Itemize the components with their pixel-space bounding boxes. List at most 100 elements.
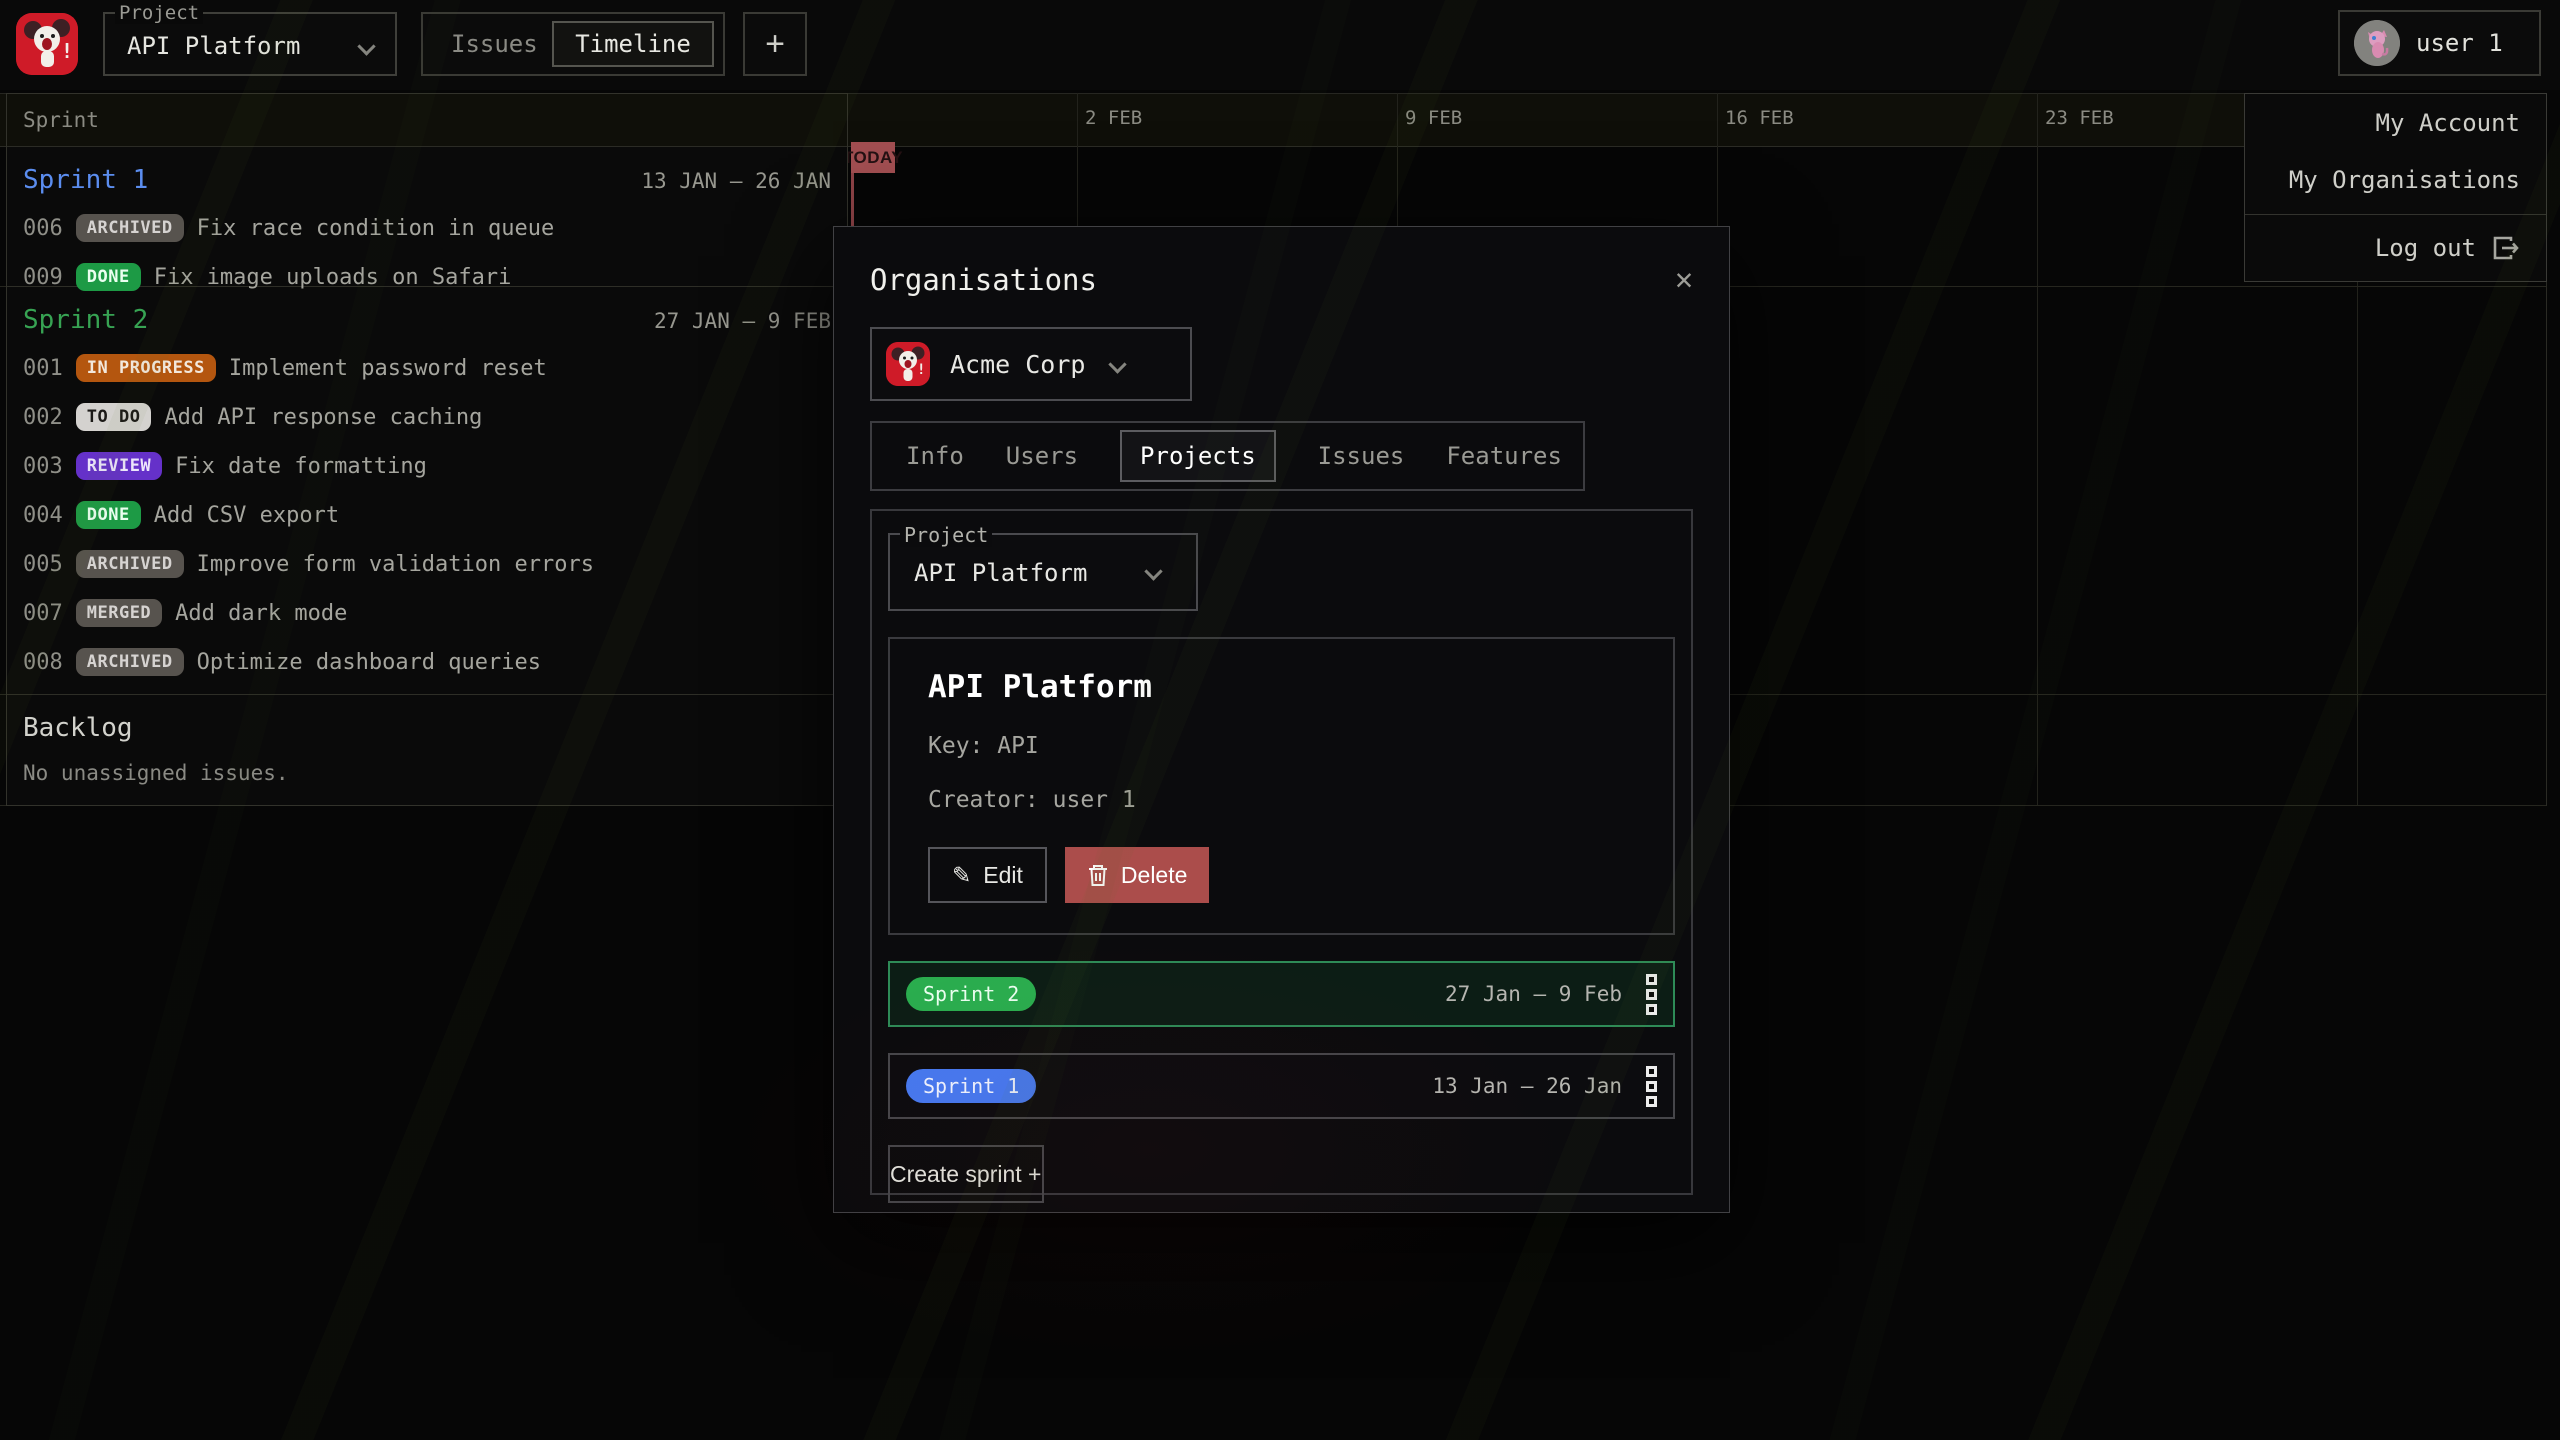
issue-title: Fix image uploads on Safari	[154, 265, 512, 290]
menu-item-my-organisations[interactable]: My Organisations	[2245, 151, 2546, 208]
user-menu-button[interactable]: user 1	[2338, 10, 2541, 76]
modal-tab-bar: Info Users Projects Issues Features	[870, 421, 1585, 491]
organisation-name: Acme Corp	[950, 350, 1085, 379]
backlog-empty-text: No unassigned issues.	[23, 761, 831, 785]
week-gridline	[2037, 93, 2038, 806]
issue-number: 004	[23, 503, 63, 528]
organisation-dropdown[interactable]: ! Acme Corp	[870, 327, 1192, 401]
menu-item-label: Log out	[2375, 234, 2476, 262]
issue-number: 007	[23, 601, 63, 626]
close-icon[interactable]: ✕	[1675, 265, 1693, 295]
tab-projects[interactable]: Projects	[1120, 430, 1276, 482]
project-dropdown[interactable]: Project API Platform	[103, 12, 397, 76]
week-label: 23 FEB	[2045, 107, 2114, 129]
sprint-1-issues: 006ARCHIVEDFix race condition in queue00…	[23, 211, 831, 294]
sprint-2-range: 27 JAN – 9 FEB	[654, 309, 831, 333]
issue-number: 003	[23, 454, 63, 479]
user-avatar	[2354, 20, 2400, 66]
user-name: user 1	[2416, 29, 2503, 57]
project-dropdown-label: Project	[115, 2, 203, 24]
status-badge: ARCHIVED	[76, 648, 184, 676]
status-badge: IN PROGRESS	[76, 354, 216, 382]
issue-row[interactable]: 006ARCHIVEDFix race condition in queue	[23, 211, 831, 245]
tab-features[interactable]: Features	[1446, 442, 1562, 470]
chevron-down-icon	[1109, 355, 1127, 373]
organisation-logo-icon: !	[886, 342, 930, 386]
backlog-section: Backlog No unassigned issues.	[7, 694, 847, 785]
issue-row[interactable]: 007 MERGED Add dark mode	[23, 596, 831, 630]
sprint-badge: Sprint 1	[906, 1069, 1036, 1103]
sprint-date-range: 27 Jan – 9 Feb	[1445, 982, 1622, 1006]
top-bar: ! Project API Platform Issues Timeline +	[0, 0, 2560, 90]
issue-title: Fix race condition in queue	[197, 216, 555, 241]
sprint-1-title[interactable]: Sprint 1	[23, 165, 148, 195]
issue-title: Optimize dashboard queries	[197, 650, 541, 675]
sprint-2-section: Sprint 2 27 JAN – 9 FEB 001 IN PROGRESS Im…	[7, 286, 847, 694]
project-card-title: API Platform	[928, 669, 1635, 705]
modal-project-label: Project	[900, 523, 992, 547]
issue-title: Implement password reset	[229, 356, 547, 381]
sprint-row-sprint-1[interactable]: Sprint 1 13 Jan – 26 Jan	[888, 1053, 1675, 1119]
issue-row[interactable]: 001 IN PROGRESS Implement password reset	[23, 351, 831, 385]
pencil-icon: ✎	[952, 862, 971, 889]
chevron-down-icon	[1144, 562, 1162, 580]
project-key: Key: API	[928, 733, 1635, 759]
issue-title: Fix date formatting	[175, 454, 427, 479]
tab-timeline[interactable]: Timeline	[552, 21, 714, 67]
tab-issues[interactable]: Issues	[451, 30, 538, 58]
edit-button-label: Edit	[983, 862, 1023, 889]
modal-project-dropdown[interactable]: Project API Platform	[888, 533, 1198, 611]
sprint-2-title[interactable]: Sprint 2	[23, 305, 148, 335]
app-root: 26 JAN 2 FEB 9 FEB 16 FEB 23 FEB TODAY S…	[0, 0, 2560, 1440]
sprint-badge: Sprint 2	[906, 977, 1036, 1011]
issue-number: 001	[23, 356, 63, 381]
menu-item-label: My Account	[2376, 109, 2521, 137]
svg-text:!: !	[917, 362, 925, 378]
app-logo-icon[interactable]: !	[16, 13, 78, 75]
menu-item-log-out[interactable]: Log out	[2245, 215, 2546, 281]
status-badge: DONE	[76, 263, 141, 291]
sprint-panel: Sprint Sprint 1 13 JAN – 26 JAN 006ARCHI…	[6, 93, 848, 806]
issue-number: 008	[23, 650, 63, 675]
issue-row[interactable]: 008 ARCHIVED Optimize dashboard queries	[23, 645, 831, 679]
issue-number: 006	[23, 216, 63, 241]
project-dropdown-value: API Platform	[127, 32, 300, 60]
issue-title: Add dark mode	[175, 601, 347, 626]
status-badge: MERGED	[76, 599, 162, 627]
tab-info[interactable]: Info	[906, 442, 964, 470]
sprint-2-issues: 001IN PROGRESSImplement password reset00…	[23, 351, 831, 679]
user-dropdown-menu: My Account My Organisations Log out	[2244, 93, 2547, 282]
drag-handle-icon[interactable]	[1646, 974, 1657, 1015]
issue-title: Improve form validation errors	[197, 552, 594, 577]
status-badge: DONE	[76, 501, 141, 529]
week-label: 16 FEB	[1725, 107, 1794, 129]
add-button[interactable]: +	[743, 12, 807, 76]
view-switcher: Issues Timeline	[421, 12, 725, 76]
issue-number: 009	[23, 265, 63, 290]
menu-item-my-account[interactable]: My Account	[2245, 94, 2546, 151]
status-badge: TO DO	[76, 403, 152, 431]
issue-row[interactable]: 009 DONE Fix image uploads on Safari	[23, 260, 831, 294]
issue-row[interactable]: 004 DONE Add CSV export	[23, 498, 831, 532]
create-sprint-button[interactable]: Create sprint +	[888, 1145, 1044, 1203]
issue-row[interactable]: 005ARCHIVEDImprove form validation error…	[23, 547, 831, 581]
edit-button[interactable]: ✎ Edit	[928, 847, 1047, 903]
issue-number: 005	[23, 552, 63, 577]
sprint-1-range: 13 JAN – 26 JAN	[641, 169, 831, 193]
tab-issues[interactable]: Issues	[1318, 442, 1405, 470]
sprint-column-header: Sprint	[7, 94, 847, 147]
sprint-row-sprint-2[interactable]: Sprint 2 27 Jan – 9 Feb	[888, 961, 1675, 1027]
modal-project-value: API Platform	[914, 559, 1087, 587]
issue-row[interactable]: 003REVIEWFix date formatting	[23, 449, 831, 483]
issue-row[interactable]: 002TO DOAdd API response caching	[23, 400, 831, 434]
tab-users[interactable]: Users	[1006, 442, 1078, 470]
issue-title: Add CSV export	[154, 503, 339, 528]
chevron-down-icon	[357, 37, 375, 55]
week-label: 2 FEB	[1085, 107, 1142, 129]
modal-title: Organisations	[870, 263, 1097, 297]
delete-button[interactable]: Delete	[1065, 847, 1209, 903]
menu-item-label: My Organisations	[2289, 166, 2520, 194]
sprint-date-range: 13 Jan – 26 Jan	[1432, 1074, 1622, 1098]
drag-handle-icon[interactable]	[1646, 1066, 1657, 1107]
week-label: 9 FEB	[1405, 107, 1462, 129]
